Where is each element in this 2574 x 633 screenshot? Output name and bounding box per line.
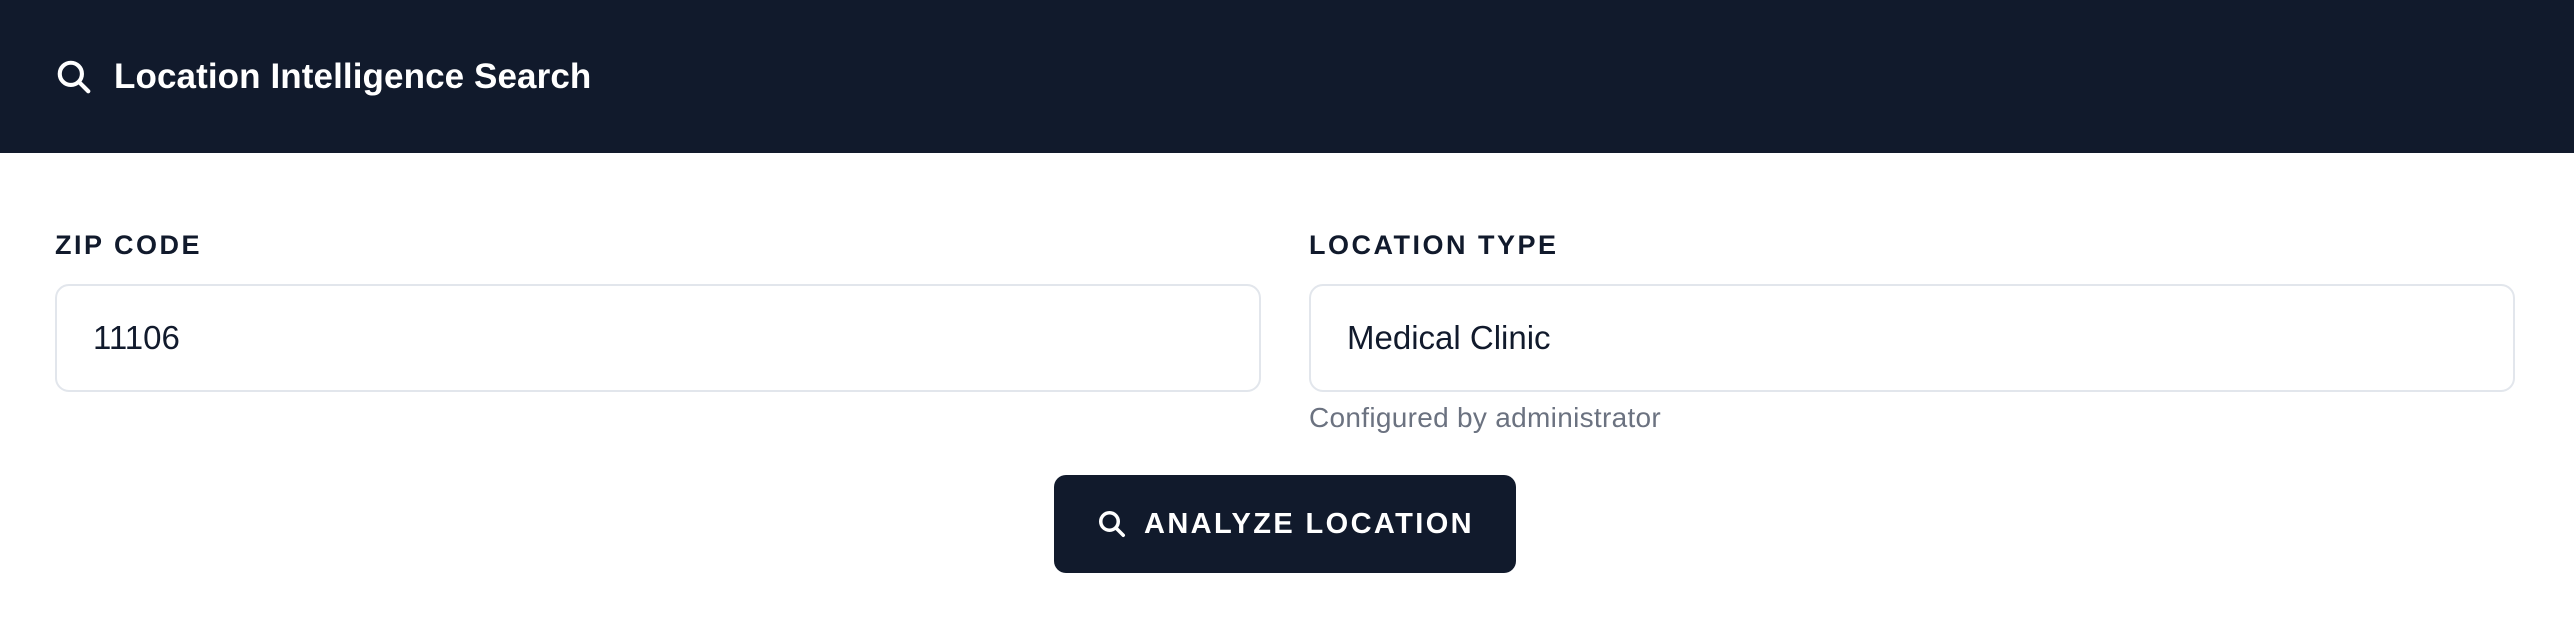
page-header: Location Intelligence Search [0, 0, 2574, 153]
search-icon [54, 57, 94, 97]
location-type-helper-text: Configured by administrator [1309, 402, 1662, 433]
search-icon [1096, 508, 1128, 540]
location-type-label: LOCATION TYPE [1309, 230, 1559, 260]
page-title: Location Intelligence Search [114, 56, 592, 96]
zip-code-label: ZIP CODE [55, 230, 203, 260]
analyze-location-button[interactable]: ANALYZE LOCATION [1054, 475, 1516, 573]
app-root: Location Intelligence Search ZIP CODE LO… [0, 0, 2574, 633]
location-type-field-group: LOCATION TYPE Configured by administrato… [1309, 225, 2515, 434]
location-type-input[interactable] [1309, 284, 2515, 392]
zip-code-input[interactable] [55, 284, 1261, 392]
analyze-location-label: ANALYZE LOCATION [1143, 507, 1474, 540]
zip-code-field-group: ZIP CODE [55, 225, 1261, 392]
